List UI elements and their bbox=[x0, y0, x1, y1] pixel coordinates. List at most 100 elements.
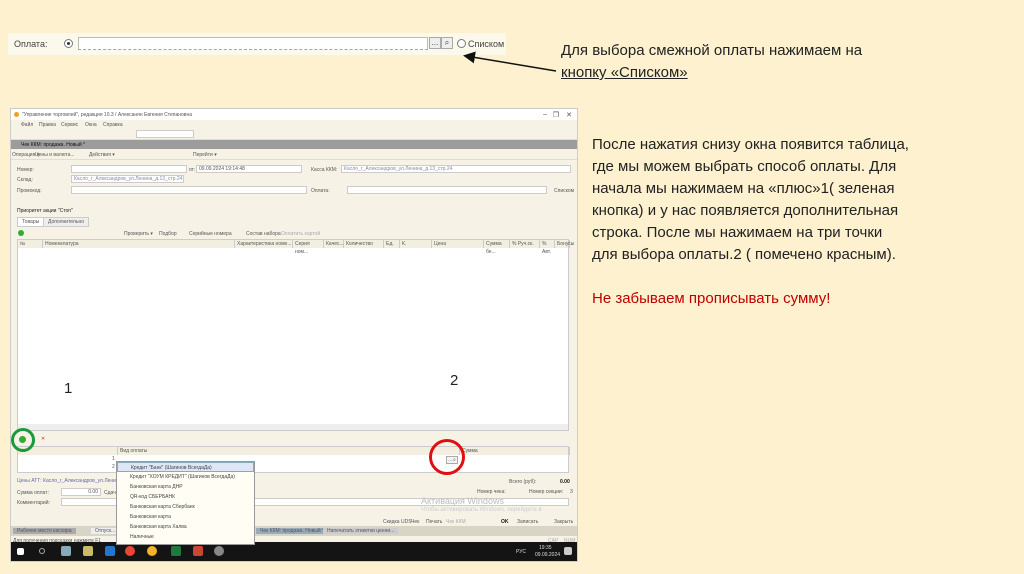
activation-watermark: Активация Windows bbox=[421, 496, 504, 506]
priority-checkbox[interactable]: Приоритет акции "Стоп" bbox=[17, 208, 73, 214]
payment-toolbar: ✕ bbox=[11, 435, 577, 445]
doc-toolbar: Операция ▾ Цены и валюта... Действия ▾ П… bbox=[11, 150, 577, 160]
tab-release[interactable]: Отпуск... bbox=[91, 528, 120, 534]
menu-windows[interactable]: Окна bbox=[85, 122, 97, 128]
payment-row-number: 1 bbox=[112, 456, 115, 462]
col-header[interactable]: Характеристика номе... bbox=[235, 240, 293, 248]
print-button[interactable]: Печать bbox=[426, 519, 442, 525]
powerpoint-icon[interactable] bbox=[193, 546, 203, 556]
dropdown-item[interactable]: Кредит "ХОУМ КРЕДИТ" (Шагинов ВсегдаДа) bbox=[117, 472, 254, 482]
col-header[interactable]: К. bbox=[400, 240, 432, 248]
col-header[interactable]: Ед. bbox=[384, 240, 400, 248]
1c-icon[interactable] bbox=[147, 546, 157, 556]
save-button[interactable]: Записать bbox=[517, 519, 538, 525]
highlight-circle-dots bbox=[429, 439, 465, 475]
dropdown-item[interactable]: Банковская карта Сбербанк bbox=[117, 502, 254, 512]
list-radio-small[interactable]: Списком bbox=[554, 188, 574, 194]
tab-cashier[interactable]: Рабочее место кассира bbox=[13, 528, 76, 534]
col-header[interactable]: Цена bbox=[432, 240, 484, 248]
dropdown-item[interactable]: Банковская карта ДНР bbox=[117, 482, 254, 492]
col-header[interactable]: Серия ном... bbox=[293, 240, 324, 255]
app-icon[interactable] bbox=[61, 546, 71, 556]
col-header[interactable]: Количество bbox=[344, 240, 384, 248]
number-input[interactable] bbox=[71, 165, 187, 173]
dropdown-item[interactable]: Банковская карта bbox=[117, 512, 254, 522]
col-header[interactable]: Вид оплаты bbox=[118, 447, 460, 455]
col-header[interactable]: Качес... bbox=[324, 240, 344, 248]
payment-input-small[interactable] bbox=[347, 186, 547, 194]
pay-card-button[interactable]: Оплатить картой bbox=[281, 231, 320, 237]
dropdown-item[interactable]: Кредит "Банк" (Шагинов ВсегдаДа) bbox=[117, 462, 254, 472]
explorer-icon[interactable] bbox=[83, 546, 93, 556]
horizontal-scrollbar[interactable] bbox=[18, 424, 568, 430]
note2-line: для выбора оплаты.2 ( помечено красным). bbox=[592, 246, 896, 263]
kkm-check-button[interactable]: Чек ККМ bbox=[446, 519, 466, 525]
col-header[interactable]: № bbox=[18, 447, 118, 455]
chrome-icon[interactable] bbox=[125, 546, 135, 556]
restore-icon[interactable]: ❐ bbox=[553, 111, 559, 119]
search-icon[interactable] bbox=[39, 548, 45, 554]
total-value: 0.00 bbox=[560, 479, 570, 485]
start-icon[interactable] bbox=[17, 548, 24, 555]
selection-button[interactable]: Подбор bbox=[159, 231, 177, 237]
note2-line: После нажатия снизу окна появится таблиц… bbox=[592, 136, 909, 153]
arrow-to-list-radio bbox=[463, 51, 557, 72]
doc-title-bar: Чек ККМ: продажа. Новый * bbox=[11, 140, 577, 149]
tab-check-sale[interactable]: Чек ККМ: продажа. Новый * bbox=[256, 528, 328, 534]
kassa-input[interactable]: Касло_г_Александров_ул.Ленина_д.13_стр.2… bbox=[341, 165, 571, 173]
menu-service[interactable]: Сервис bbox=[61, 122, 78, 128]
menu-bar: Файл Правка Сервис Окна Справка bbox=[11, 120, 577, 129]
tab-goods[interactable]: Товары bbox=[17, 217, 45, 227]
menu-help[interactable]: Справка bbox=[103, 122, 123, 128]
minimize-icon[interactable]: – bbox=[543, 111, 547, 118]
payment-type-dropdown[interactable]: Кредит "Банк" (Шагинов ВсегдаДа) Кредит … bbox=[116, 461, 255, 545]
doc-title: Чек ККМ: продажа. Новый * bbox=[21, 142, 85, 148]
serial-numbers-button[interactable]: Серийные номера bbox=[189, 231, 232, 237]
sum-input[interactable]: 0.00 bbox=[61, 488, 101, 496]
actions-menu[interactable]: Действия ▾ bbox=[89, 152, 115, 158]
menu-edit[interactable]: Правка bbox=[39, 122, 56, 128]
date-input[interactable]: 09.09.2024 19:14:48 bbox=[196, 165, 302, 173]
note2-line: кнопка) и у нас появляется дополнительна… bbox=[592, 202, 899, 219]
window-title: "Управление торговлей", редакция 10.3 / … bbox=[22, 112, 192, 118]
sklad-input[interactable]: Касло_г_Александров_ул.Ленина_д.13_стр.2… bbox=[71, 175, 184, 183]
col-header[interactable]: Бонусы bbox=[555, 240, 574, 248]
app-icon[interactable] bbox=[105, 546, 115, 556]
goods-table[interactable]: № Номенклатура Характеристика номе... Се… bbox=[17, 239, 574, 431]
col-header[interactable]: № bbox=[18, 240, 43, 248]
col-header[interactable]: Сумма бе... bbox=[484, 240, 510, 255]
excel-icon[interactable] bbox=[171, 546, 181, 556]
promo-input[interactable] bbox=[71, 186, 307, 194]
col-header[interactable]: Сумма bbox=[460, 447, 570, 455]
check-button[interactable]: Проверить ▾ bbox=[124, 231, 153, 237]
promo-label: Промокод: bbox=[17, 188, 42, 194]
delete-row-icon[interactable]: ✕ bbox=[41, 436, 45, 442]
toolbar-search-input[interactable] bbox=[136, 130, 194, 138]
tab-print-labels[interactable]: Напечатать этикетки ценни... bbox=[323, 528, 399, 534]
menu-file[interactable]: Файл bbox=[21, 122, 33, 128]
col-header[interactable]: % Руч.ск. bbox=[510, 240, 540, 248]
go-to-menu[interactable]: Перейти ▾ bbox=[193, 152, 217, 158]
dropdown-item[interactable]: Наличные bbox=[117, 532, 254, 542]
highlight-circle-plus bbox=[11, 428, 35, 452]
language-indicator[interactable]: РУС bbox=[516, 549, 526, 555]
close-button[interactable]: Закрыть bbox=[554, 519, 573, 525]
prices-link[interactable]: Цены АТТ: Касло_г_Александров_ул.Ленина.… bbox=[17, 478, 126, 484]
payment-table[interactable]: № Вид оплаты Сумма 1 2 …⌕ bbox=[17, 446, 570, 473]
dropdown-item[interactable]: QR-код СБЕРБАНК bbox=[117, 492, 254, 502]
kit-button[interactable]: Состав набора bbox=[246, 231, 281, 237]
close-icon[interactable]: ✕ bbox=[566, 111, 572, 119]
payment-label-small: Оплата: bbox=[311, 188, 330, 194]
col-header[interactable]: Номенклатура bbox=[43, 240, 235, 248]
uds-discount-button[interactable]: Скидка UDS bbox=[383, 519, 412, 525]
note-list-button: Для выбора смежной оплаты нажимаем на кн… bbox=[561, 40, 862, 84]
tab-additional[interactable]: Дополнительно bbox=[43, 217, 89, 227]
dropdown-item[interactable]: Банковская карта Халва bbox=[117, 522, 254, 532]
app-icon[interactable] bbox=[214, 546, 224, 556]
col-header[interactable]: % Авт. bbox=[540, 240, 555, 255]
prices-currency-button[interactable]: Цены и валюта... bbox=[35, 152, 75, 158]
notification-icon[interactable] bbox=[564, 547, 572, 555]
ok-button[interactable]: OK bbox=[501, 519, 509, 525]
add-row-icon[interactable] bbox=[18, 230, 24, 236]
check-print-button[interactable]: Чек bbox=[411, 519, 419, 525]
